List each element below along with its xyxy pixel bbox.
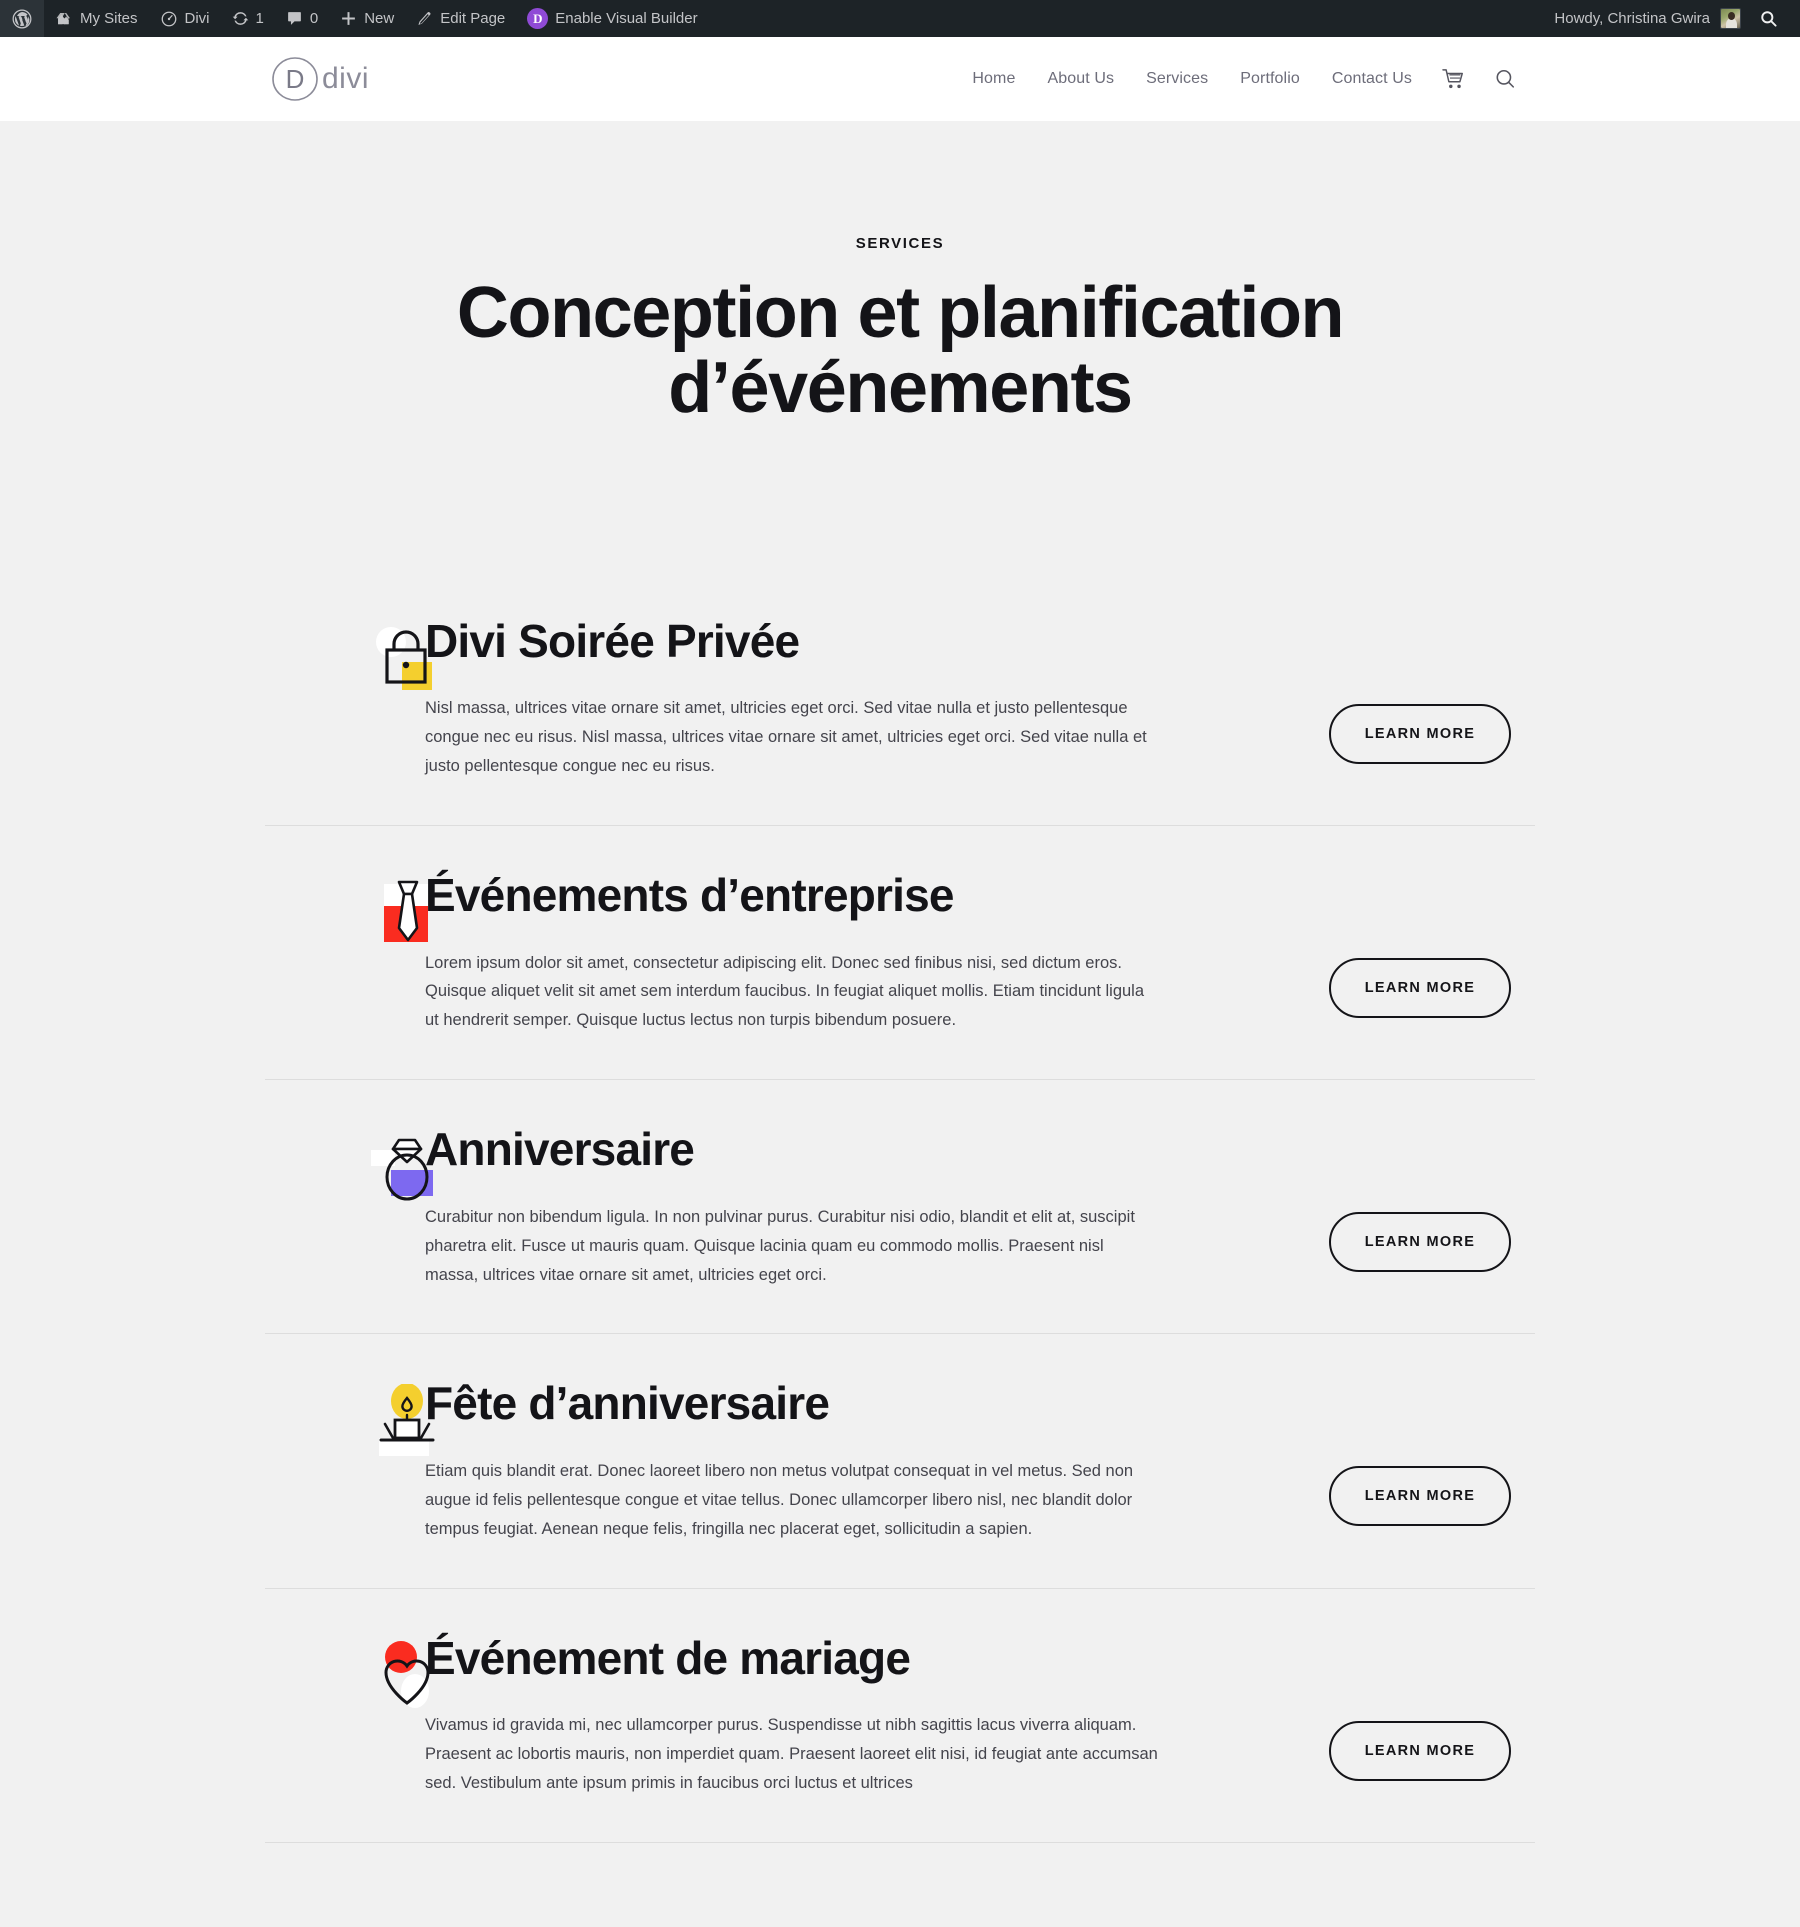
service-action-cell: LEARN MORE [1305, 616, 1535, 781]
service-body: Anniversaire Curabitur non bibendum ligu… [425, 1124, 1305, 1289]
hero-section: SERVICES Conception et planification d’é… [265, 235, 1535, 426]
svg-text:D: D [286, 64, 305, 94]
enable-visual-builder-button[interactable]: D Enable Visual Builder [516, 0, 708, 37]
wordpress-logo-menu[interactable] [0, 0, 44, 37]
admin-bar-right-group: Howdy, Christina Gwira [1543, 0, 1790, 37]
service-title: Fête d’anniversaire [425, 1377, 830, 1430]
page-title: Conception et planification d’événements [456, 273, 1345, 428]
avatar [1720, 8, 1741, 29]
service-row: Anniversaire Curabitur non bibendum ligu… [265, 1124, 1535, 1335]
learn-more-button[interactable]: LEARN MORE [1328, 957, 1512, 1018]
enable-visual-builder-label: Enable Visual Builder [555, 10, 698, 27]
header-search-icon[interactable] [1480, 68, 1530, 90]
new-content-menu[interactable]: New [329, 0, 405, 37]
nav-item-portfolio[interactable]: Portfolio [1224, 70, 1316, 88]
service-description: Vivamus id gravida mi, nec ullamcorper p… [425, 1716, 1158, 1792]
updates-count: 1 [255, 10, 264, 27]
search-icon [1759, 9, 1778, 28]
service-body: Divi Soirée Privée Nisl massa, ultrices … [425, 616, 1305, 781]
my-account-menu[interactable]: Howdy, Christina Gwira [1543, 0, 1747, 37]
service-title: Anniversaire [425, 1123, 695, 1176]
service-row: Événements d’entreprise Lorem ipsum dolo… [265, 870, 1535, 1081]
new-content-label: New [364, 10, 395, 27]
learn-more-button[interactable]: LEARN MORE [1328, 1466, 1512, 1527]
lock-icon [369, 622, 447, 700]
service-description: Curabitur non bibendum ligula. In non pu… [425, 1207, 1135, 1284]
service-title: Événement de mariage [425, 1631, 911, 1684]
service-icon-cell [265, 870, 428, 1035]
divi-badge-icon: D [527, 8, 549, 29]
site-logo[interactable]: D divi [270, 54, 390, 104]
service-action-cell: LEARN MORE [1305, 1633, 1535, 1798]
diamond-ring-icon [369, 1130, 447, 1208]
comments-menu[interactable]: 0 [275, 0, 329, 37]
pencil-icon [416, 10, 433, 27]
edit-page-label: Edit Page [440, 10, 506, 27]
service-body: Événement de mariage Vivamus id gravida … [425, 1633, 1305, 1798]
service-body: Fête d’anniversaire Etiam quis blandit e… [425, 1378, 1305, 1543]
page-content: SERVICES Conception et planification d’é… [0, 121, 1800, 1927]
updates-menu[interactable]: 1 [221, 0, 275, 37]
nav-item-contact-us[interactable]: Contact Us [1316, 70, 1428, 88]
wordpress-logo-icon [12, 9, 32, 29]
updates-icon [232, 10, 249, 27]
comments-icon [286, 10, 303, 27]
admin-bar-search-button[interactable] [1747, 0, 1790, 37]
service-action-cell: LEARN MORE [1305, 1124, 1535, 1289]
my-sites-menu[interactable]: My Sites [44, 0, 149, 37]
service-description: Lorem ipsum dolor sit amet, consectetur … [425, 953, 1145, 1030]
service-body: Événements d’entreprise Lorem ipsum dolo… [425, 870, 1305, 1035]
howdy-label: Howdy, Christina Gwira [1554, 10, 1710, 27]
service-icon-cell [265, 1124, 433, 1289]
site-name-menu[interactable]: Divi [149, 0, 221, 37]
wp-admin-bar: My Sites Divi 1 0 New Edit Page D Enable… [0, 0, 1800, 37]
service-icon-cell [265, 1633, 430, 1798]
edit-page-menu[interactable]: Edit Page [405, 0, 516, 37]
divi-logo-icon: D divi [272, 57, 369, 101]
services-list: Divi Soirée Privée Nisl massa, ultrices … [265, 616, 1535, 1843]
birthday-candle-icon [369, 1384, 447, 1462]
service-description: Etiam quis blandit erat. Donec laoreet l… [425, 1462, 1134, 1538]
comments-count: 0 [309, 10, 319, 27]
site-header: D divi Home About Us Services Portfolio … [0, 37, 1800, 121]
learn-more-button[interactable]: LEARN MORE [1328, 703, 1512, 764]
service-row: Divi Soirée Privée Nisl massa, ultrices … [265, 616, 1535, 826]
site-name-label: Divi [184, 10, 210, 27]
svg-text:divi: divi [322, 62, 369, 95]
plus-icon [340, 10, 357, 27]
admin-bar-left-group: My Sites Divi 1 0 New Edit Page D Enable… [0, 0, 709, 37]
heart-icon [369, 1639, 447, 1717]
my-sites-label: My Sites [80, 10, 138, 27]
service-row: Fête d’anniversaire Etiam quis blandit e… [265, 1378, 1535, 1589]
service-action-cell: LEARN MORE [1305, 1378, 1535, 1543]
learn-more-button[interactable]: LEARN MORE [1328, 1212, 1512, 1273]
divi-site-icon [160, 10, 178, 28]
learn-more-button[interactable]: LEARN MORE [1328, 1720, 1512, 1781]
service-icon-cell [265, 1378, 435, 1543]
shopping-cart-icon[interactable] [1428, 68, 1480, 90]
service-description: Nisl massa, ultrices vitae ornare sit am… [425, 699, 1147, 776]
service-title: Événements d’entreprise [425, 868, 955, 921]
necktie-icon [369, 876, 447, 954]
service-row: Événement de mariage Vivamus id gravida … [265, 1633, 1535, 1843]
main-navigation: Home About Us Services Portfolio Contact… [956, 68, 1530, 90]
section-eyebrow: SERVICES [855, 235, 945, 252]
nav-item-services[interactable]: Services [1130, 70, 1224, 88]
nav-item-about-us[interactable]: About Us [1031, 70, 1130, 88]
nav-item-home[interactable]: Home [956, 70, 1031, 88]
my-sites-icon [55, 10, 73, 28]
service-icon-cell [265, 616, 432, 781]
service-title: Divi Soirée Privée [425, 614, 800, 667]
service-action-cell: LEARN MORE [1305, 870, 1535, 1035]
